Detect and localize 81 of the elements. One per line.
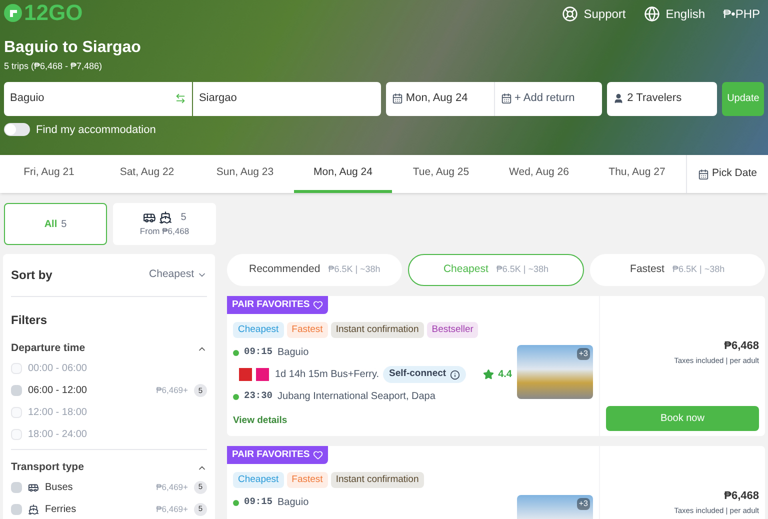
bus-icon xyxy=(142,211,156,224)
pair-favorites-badge: PAIR FAVORITES xyxy=(227,446,328,464)
heart-icon xyxy=(312,450,323,460)
date-tab[interactable]: Tue, Aug 25 xyxy=(392,155,490,193)
departure-time: 09:15 xyxy=(244,345,273,360)
trip-tag: Fastest xyxy=(286,472,328,488)
date-tab[interactable]: Fri, Aug 21 xyxy=(0,155,98,193)
date-field[interactable]: Mon, Aug 24 xyxy=(386,82,494,116)
pick-date-button[interactable]: Pick Date xyxy=(686,155,768,193)
info-icon[interactable] xyxy=(450,370,460,380)
sort-label: Sort by xyxy=(11,267,52,284)
trips-summary: 5 trips (₱6,468 - ₱7,486) xyxy=(4,60,104,73)
trip-tag: Cheapest xyxy=(233,322,284,338)
ferry-icon xyxy=(28,504,39,514)
date-tab[interactable]: Wed, Aug 26 xyxy=(490,155,588,193)
currency-link[interactable]: ₱•PHP xyxy=(723,5,760,23)
trip-tag: Fastest xyxy=(286,322,328,338)
arrival-time: 23:30 xyxy=(244,389,273,404)
filter-option-label[interactable]: Buses xyxy=(45,480,156,494)
return-date-field[interactable]: + Add return xyxy=(494,82,602,116)
to-field[interactable]: Siargao xyxy=(192,82,381,116)
pair-favorites-badge: PAIR FAVORITES xyxy=(227,296,328,314)
date-tab[interactable]: Thu, Aug 27 xyxy=(588,155,686,193)
rating: 4.4 xyxy=(498,368,512,382)
sort-tab[interactable]: Fastest ₱6.5K | ~38h xyxy=(590,254,765,286)
transport-mode-tab[interactable]: 5 From ₱6,468 xyxy=(113,203,216,245)
trip-tag: Cheapest xyxy=(233,472,284,488)
sort-dropdown[interactable]: Cheapest xyxy=(149,267,207,283)
filter-group-header[interactable]: Departure time xyxy=(11,341,207,357)
globe-icon xyxy=(644,6,660,22)
ferry-icon xyxy=(158,211,172,224)
accommodation-toggle[interactable] xyxy=(4,123,30,136)
trip-duration: 1d 14h 15m Bus+Ferry. xyxy=(275,368,380,382)
from-field[interactable]: Baguio xyxy=(4,82,192,116)
support-link[interactable]: Support xyxy=(562,5,626,23)
filter-price: ₱6,469+ xyxy=(156,502,188,516)
calendar-icon xyxy=(392,93,403,104)
more-photos-count: +3 xyxy=(576,348,590,360)
bus-photo-placeholder[interactable]: +3 xyxy=(517,345,593,399)
checkbox[interactable] xyxy=(11,384,22,396)
filter-group-header[interactable]: Transport type xyxy=(11,460,207,476)
departure-place: Baguio xyxy=(278,496,309,510)
checkbox[interactable] xyxy=(11,504,22,514)
filter-option-label[interactable]: 06:00 - 12:00 xyxy=(28,382,156,398)
checkbox[interactable] xyxy=(11,482,22,492)
travelers-field[interactable]: 2 Travelers xyxy=(607,82,718,116)
calendar-icon xyxy=(698,168,710,180)
trip-price: ₱6,468 xyxy=(724,339,759,354)
bus-photo-placeholder[interactable]: +3 xyxy=(517,495,593,519)
heart-icon xyxy=(312,300,323,310)
logo-icon xyxy=(4,4,22,22)
departure-time: 09:15 xyxy=(244,495,273,510)
self-connect-badge: Self-connect xyxy=(383,366,466,383)
filter-price: ₱6,469+ xyxy=(156,384,188,397)
toggle-label: Find my accommodation xyxy=(36,122,156,138)
calendar-icon xyxy=(500,93,512,104)
person-icon xyxy=(613,93,624,104)
trip-tag: Bestseller xyxy=(426,322,478,338)
page-title: Baguio to Siargao xyxy=(4,38,142,58)
sort-tab[interactable]: Recommended ₱6.5K | ~38h xyxy=(227,254,402,286)
departure-place: Baguio xyxy=(278,346,309,360)
transport-mode-tab[interactable]: All 5 xyxy=(4,203,107,245)
trip-tag: Instant confirmation xyxy=(330,322,424,338)
more-photos-count: +3 xyxy=(576,498,590,510)
trip-price: ₱6,468 xyxy=(724,489,759,504)
star-icon xyxy=(483,369,494,380)
operator-logo-icon xyxy=(239,368,252,381)
arrival-place: Jubang International Seaport, Dapa xyxy=(278,390,436,404)
view-details-link[interactable]: View details xyxy=(227,414,294,428)
filters-heading: Filters xyxy=(11,312,48,329)
date-tab[interactable]: Sun, Aug 23 xyxy=(196,155,294,193)
date-tab[interactable]: Mon, Aug 24 xyxy=(294,155,392,193)
swap-icon[interactable] xyxy=(174,93,186,104)
operator-logo-icon xyxy=(256,368,269,381)
trip-tag: Instant confirmation xyxy=(330,472,424,488)
support-icon xyxy=(562,6,578,22)
language-link[interactable]: English xyxy=(644,5,706,23)
filter-option-label[interactable]: Ferries xyxy=(45,502,156,516)
date-tab[interactable]: Sat, Aug 22 xyxy=(98,155,196,193)
filter-price: ₱6,469+ xyxy=(156,480,188,494)
bus-icon xyxy=(28,482,39,492)
